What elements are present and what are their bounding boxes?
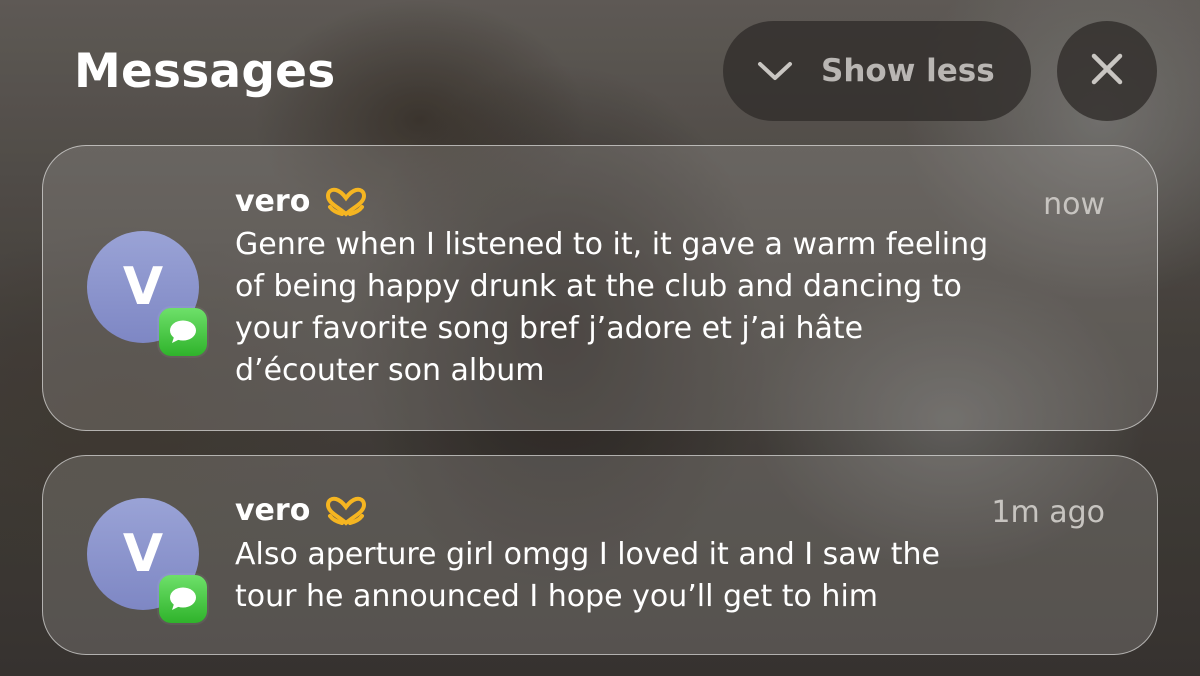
chevron-down-icon bbox=[755, 56, 795, 86]
sender-name: vero bbox=[235, 183, 368, 221]
heart-hands-emoji-icon bbox=[324, 496, 368, 526]
timestamp: 1m ago bbox=[991, 495, 1105, 530]
show-less-label: Show less bbox=[821, 53, 995, 89]
notification-card[interactable]: V vero now Genre when I listened to it, … bbox=[42, 145, 1158, 431]
notification-center: Messages Show less V vero now Genre when… bbox=[0, 0, 1200, 676]
timestamp: now bbox=[1043, 187, 1105, 222]
message-body: Also aperture girl omgg I loved it and I… bbox=[235, 537, 940, 614]
heart-hands-emoji-icon bbox=[324, 187, 368, 217]
close-icon bbox=[1090, 52, 1124, 90]
page-title: Messages bbox=[74, 44, 336, 99]
messages-icon bbox=[159, 308, 207, 356]
sender-name: vero bbox=[235, 492, 368, 530]
message-body: Genre when I listened to it, it gave a w… bbox=[235, 227, 989, 388]
notification-card[interactable]: V vero 1m ago Also aperture girl omgg I … bbox=[42, 455, 1158, 655]
show-less-button[interactable]: Show less bbox=[723, 21, 1031, 121]
close-button[interactable] bbox=[1057, 21, 1157, 121]
messages-icon bbox=[159, 575, 207, 623]
